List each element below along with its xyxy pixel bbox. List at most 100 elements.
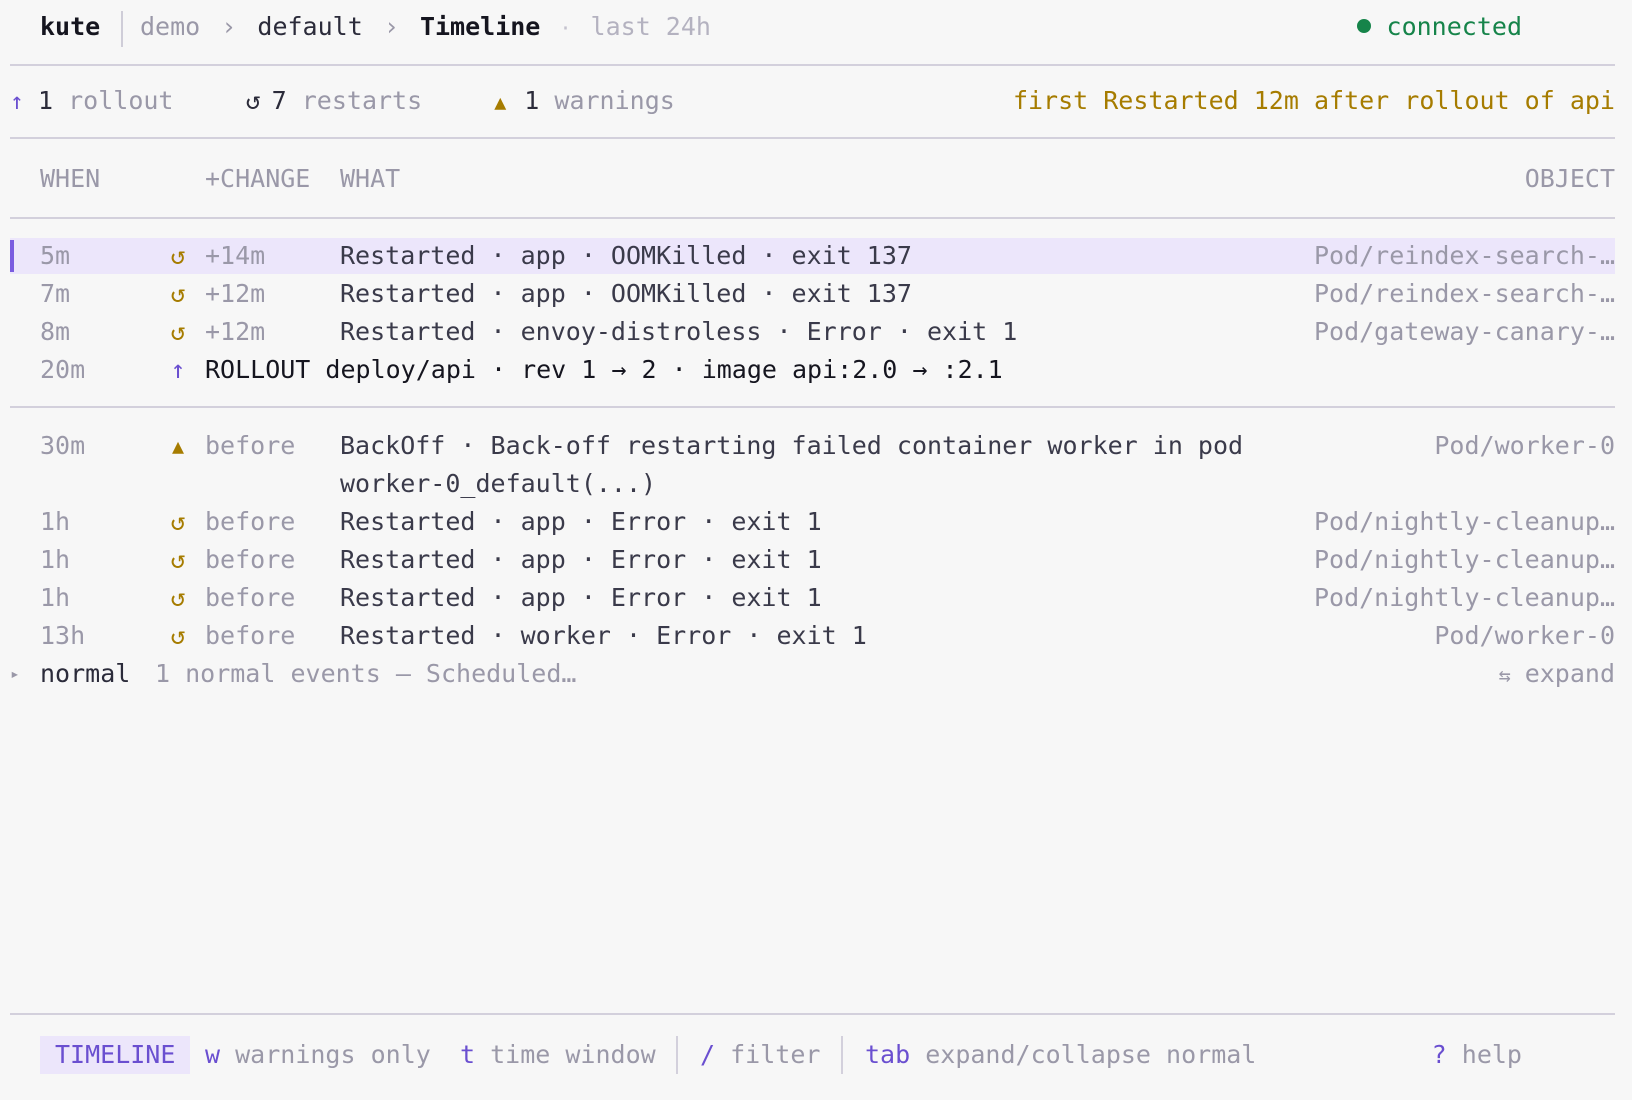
mode-indicator: TIMELINE (40, 1036, 191, 1074)
table-header: WHEN +CHANGE WHAT OBJECT (10, 161, 1615, 197)
expand-swap-icon: ⇆ (1498, 663, 1511, 687)
event-object[interactable]: Pod/reindex-search-… (1314, 276, 1615, 312)
event-what: BackOff · Back-off restarting failed con… (340, 431, 1244, 460)
summary-bar: ↑ 1 rollout ↺ 7 restarts ▲ 1 warnings (10, 82, 675, 121)
shortcut-key: w (205, 1040, 221, 1069)
expand-button[interactable]: ⇆ expand (1499, 656, 1615, 693)
shortcut-label: filter (730, 1040, 821, 1069)
event-change: +12m (205, 279, 266, 308)
table-row[interactable]: 1h ↺ before Restarted · app · Error · ex… (10, 580, 1615, 616)
table-row[interactable]: 7m ↺ +12m Restarted · app · OOMKilled · … (10, 276, 1615, 312)
warning-icon: ▲ (494, 90, 507, 114)
event-what: Restarted · app · Error · exit 1 (340, 545, 822, 574)
shortcut-label: time window (490, 1040, 656, 1069)
column-header-change[interactable]: +CHANGE (205, 161, 310, 197)
restart-label: restarts (301, 86, 423, 115)
footer-rule (10, 1013, 1615, 1015)
event-change: +14m (205, 241, 266, 270)
shortcut-label: expand/collapse normal (925, 1040, 1257, 1069)
table-row[interactable]: 1h ↺ before Restarted · app · Error · ex… (10, 542, 1615, 578)
event-when: 20m (40, 355, 86, 384)
event-change-highlighted: +12m (205, 317, 266, 346)
breadcrumb-cluster[interactable]: demo (140, 12, 200, 41)
restart-icon: ↺ (170, 545, 186, 574)
warning-label: warnings (554, 86, 675, 115)
event-what: Restarted · app · Error · exit 1 (340, 583, 822, 612)
event-what: Restarted · app · Error · exit 1 (340, 507, 822, 536)
shortcut-time-window[interactable]: t time window (460, 1036, 656, 1074)
event-what-continued: worker-0_default(...) (340, 469, 657, 498)
restart-icon: ↺ (170, 241, 186, 270)
breadcrumb-namespace[interactable]: default (257, 12, 362, 41)
event-when: 7m (40, 279, 71, 308)
shortcut-filter[interactable]: / filter (700, 1036, 820, 1074)
rollout-arrow-icon: ↑ (10, 89, 24, 115)
rollout-label: rollout (68, 86, 174, 115)
expand-label: expand (1524, 659, 1615, 688)
status-dot-icon (1356, 19, 1371, 33)
event-when: 1h (40, 545, 71, 574)
rollout-description: ROLLOUT deploy/api · rev 1 → 2 · image a… (205, 355, 1003, 384)
event-object[interactable]: Pod/reindex-search-… (1314, 238, 1615, 274)
column-header-when[interactable]: WHEN (40, 161, 100, 197)
event-what: Restarted · app · OOMKilled · exit 137 (340, 241, 912, 270)
restart-count: 7 (271, 86, 287, 115)
event-object[interactable]: Pod/nightly-cleanup… (1314, 580, 1615, 616)
breadcrumb-separator: › (383, 12, 399, 41)
table-row[interactable]: 8m ↺ +12m Restarted · envoy-distroless ·… (10, 314, 1615, 350)
shortcut-help[interactable]: ? help (1432, 1036, 1522, 1074)
event-when: 1h (40, 583, 71, 612)
shortcut-expand-collapse[interactable]: tab expand/collapse normal (865, 1036, 1256, 1074)
event-change: before (205, 431, 296, 460)
event-object[interactable]: Pod/gateway-canary-… (1314, 314, 1615, 350)
event-object[interactable]: Pod/nightly-cleanup… (1314, 542, 1615, 578)
page-title: Timeline (419, 12, 541, 41)
summary-rule (10, 137, 1615, 139)
rollout-row[interactable]: 20m ↑ ROLLOUT deploy/api · rev 1 → 2 · i… (10, 352, 1615, 388)
connection-status: connected (1356, 8, 1522, 46)
footer-divider (676, 1036, 678, 1074)
header-rule (10, 64, 1615, 66)
app-name: kute (40, 12, 101, 41)
rollout-arrow-icon: ↑ (170, 355, 186, 384)
restart-icon: ↺ (170, 279, 186, 308)
normal-events-group[interactable]: ▸ normal 1 normal events — Scheduled… ⇆ e… (10, 656, 1615, 692)
shortcut-key: tab (865, 1040, 911, 1069)
shortcut-key: ? (1431, 1040, 1447, 1069)
rollout-divider (10, 406, 1615, 408)
restart-icon: ↺ (170, 317, 186, 346)
event-change: before (205, 507, 296, 536)
expand-caret-icon[interactable]: ▸ (10, 656, 20, 692)
event-when: 30m (40, 431, 86, 460)
restart-icon: ↺ (170, 621, 186, 650)
event-what: Restarted · worker · Error · exit 1 (340, 621, 867, 650)
shortcut-warnings-only[interactable]: w warnings only (205, 1036, 431, 1074)
event-object[interactable]: Pod/worker-0 (1434, 618, 1615, 654)
event-what: Restarted · envoy-distroless · Error · e… (340, 317, 1018, 346)
event-object[interactable]: Pod/nightly-cleanup… (1314, 504, 1615, 540)
connection-status-label: connected (1386, 12, 1522, 41)
breadcrumb-separator: › (221, 12, 237, 41)
event-change: before (205, 621, 296, 650)
column-header-object[interactable]: OBJECT (1525, 161, 1615, 197)
table-row[interactable]: 30m ▲ before BackOff · Back-off restarti… (10, 428, 1615, 502)
event-change: before (205, 545, 296, 574)
shortcut-key: t (460, 1040, 476, 1069)
shortcut-label: help (1461, 1040, 1522, 1069)
event-object[interactable]: Pod/worker-0 (1434, 428, 1615, 464)
shortcut-label: warnings only (235, 1040, 431, 1069)
table-row[interactable]: 1h ↺ before Restarted · app · Error · ex… (10, 504, 1615, 540)
table-row-selected[interactable]: 5m ↺ +14m Restarted · app · OOMKilled · … (10, 238, 1615, 274)
table-row[interactable]: 13h ↺ before Restarted · worker · Error … (10, 618, 1615, 654)
normal-group-label: normal (40, 659, 131, 688)
event-when: 13h (40, 621, 86, 650)
column-header-what[interactable]: WHAT (340, 161, 400, 197)
event-what: Restarted · app · OOMKilled · exit 137 (340, 279, 912, 308)
warning-icon: ▲ (171, 434, 185, 458)
footer-divider (841, 1036, 843, 1074)
event-when: 1h (40, 507, 71, 536)
event-when: 8m (40, 317, 71, 346)
breadcrumb: demo › default › Timeline · last 24h (140, 8, 711, 47)
time-window: last 24h (590, 12, 711, 41)
event-when: 5m (40, 241, 71, 270)
